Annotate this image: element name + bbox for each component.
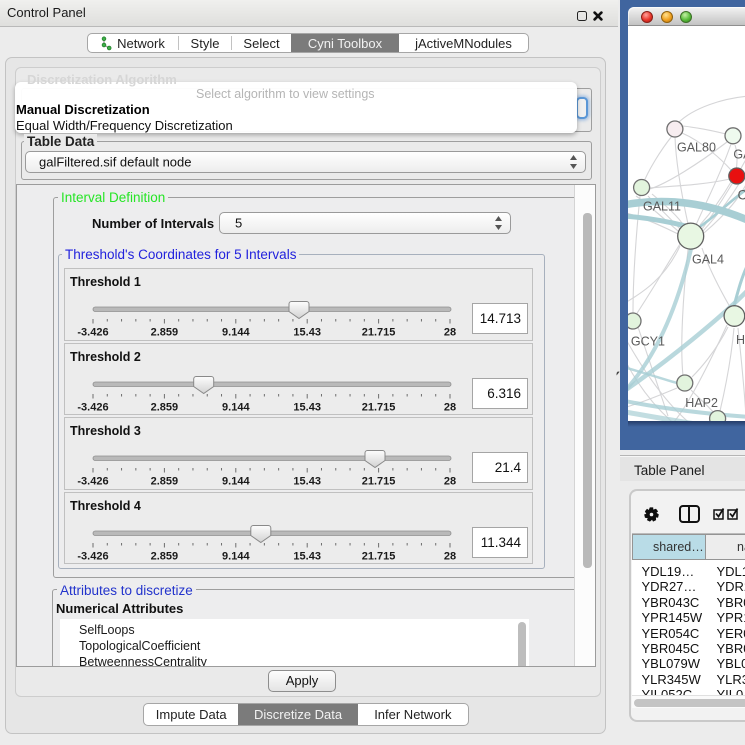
svg-text:-3.426: -3.426 <box>77 476 108 488</box>
svg-text:2.859: 2.859 <box>151 476 179 488</box>
svg-text:9.144: 9.144 <box>222 327 250 339</box>
svg-text:H: H <box>736 333 745 347</box>
svg-text:2.859: 2.859 <box>151 550 179 562</box>
svg-text:HAP2: HAP2 <box>685 396 718 410</box>
svg-text:GAL80: GAL80 <box>677 141 716 155</box>
svg-text:9.144: 9.144 <box>222 476 250 488</box>
svg-text:21.715: 21.715 <box>362 401 396 413</box>
svg-text:15.43: 15.43 <box>293 401 321 413</box>
svg-text:28: 28 <box>444 327 456 339</box>
svg-text:21.715: 21.715 <box>362 327 396 339</box>
svg-text:21.715: 21.715 <box>362 476 396 488</box>
svg-text:28: 28 <box>444 476 456 488</box>
svg-text:-3.426: -3.426 <box>77 550 108 562</box>
svg-text:GCY1: GCY1 <box>631 334 665 348</box>
svg-text:15.43: 15.43 <box>293 327 321 339</box>
svg-text:GAL11: GAL11 <box>643 200 681 214</box>
svg-text:15.43: 15.43 <box>293 476 321 488</box>
svg-text:9.144: 9.144 <box>222 550 250 562</box>
svg-text:28: 28 <box>444 550 456 562</box>
svg-text:15.43: 15.43 <box>293 550 321 562</box>
svg-text:C: C <box>738 188 745 203</box>
svg-text:28: 28 <box>444 401 456 413</box>
svg-text:21.715: 21.715 <box>362 550 396 562</box>
svg-text:9.144: 9.144 <box>222 401 250 413</box>
svg-text:-3.426: -3.426 <box>77 401 108 413</box>
svg-text:-3.426: -3.426 <box>77 327 108 339</box>
svg-text:GAL4: GAL4 <box>692 253 724 267</box>
svg-text:2.859: 2.859 <box>151 327 179 339</box>
svg-text:GA: GA <box>733 148 745 162</box>
svg-text:2.859: 2.859 <box>151 401 179 413</box>
